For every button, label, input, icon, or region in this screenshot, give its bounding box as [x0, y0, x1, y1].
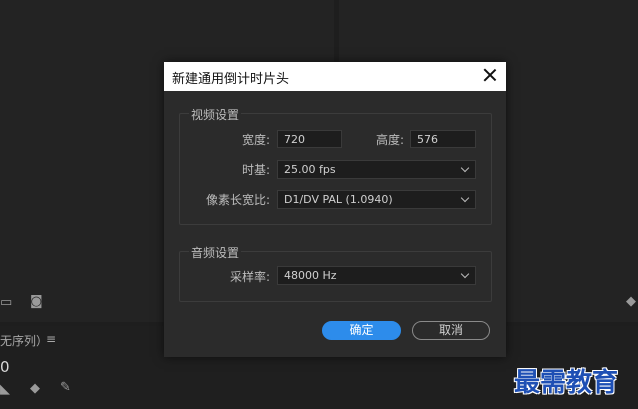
video-settings-title: 视频设置 [189, 106, 242, 123]
panel-menu-icon[interactable]: ≡ [46, 332, 56, 346]
width-label: 宽度: [241, 133, 270, 147]
cancel-button[interactable]: 取消 [412, 321, 490, 340]
par-value: D1/DV PAL (1.0940) [284, 193, 393, 206]
new-countdown-dialog: 新建通用倒计时片头 视频设置 宽度: 720 高度: 576 时基: 25.00… [164, 62, 506, 357]
samplerate-label: 采样率: [229, 270, 270, 284]
timecode-display: 0 [0, 358, 10, 376]
height-label: 高度: [375, 133, 404, 147]
audio-settings-title: 音频设置 [189, 244, 242, 261]
close-icon[interactable] [482, 67, 498, 83]
timebase-value: 25.00 fps [284, 163, 336, 176]
timebase-label: 时基: [241, 163, 270, 177]
snap-icon[interactable]: ◣ [0, 383, 10, 396]
ok-button[interactable]: 确定 [322, 321, 401, 340]
sequence-tab[interactable]: 无序列） [0, 332, 48, 349]
dialog-titlebar: 新建通用倒计时片头 [164, 62, 506, 91]
par-label: 像素长宽比: [205, 193, 270, 207]
chevron-down-icon [460, 193, 470, 203]
export-frame-icon[interactable]: ▭ [0, 296, 12, 309]
pixel-aspect-select[interactable]: D1/DV PAL (1.0940) [277, 190, 476, 209]
samplerate-select[interactable]: 48000 Hz [277, 266, 476, 285]
samplerate-value: 48000 Hz [284, 269, 337, 282]
chevron-down-icon [460, 163, 470, 173]
width-input[interactable]: 720 [277, 130, 342, 148]
height-input[interactable]: 576 [410, 130, 476, 148]
chevron-down-icon [460, 269, 470, 279]
wrench-icon[interactable]: ✎ [60, 381, 71, 394]
timebase-select[interactable]: 25.00 fps [277, 160, 476, 179]
marker-icon[interactable]: ◆ [626, 295, 636, 308]
camera-icon[interactable]: ◙ [30, 295, 43, 308]
dialog-title: 新建通用倒计时片头 [172, 72, 290, 87]
add-marker-icon[interactable]: ◆ [30, 382, 40, 395]
watermark-logo: 最需教育 [514, 368, 619, 398]
